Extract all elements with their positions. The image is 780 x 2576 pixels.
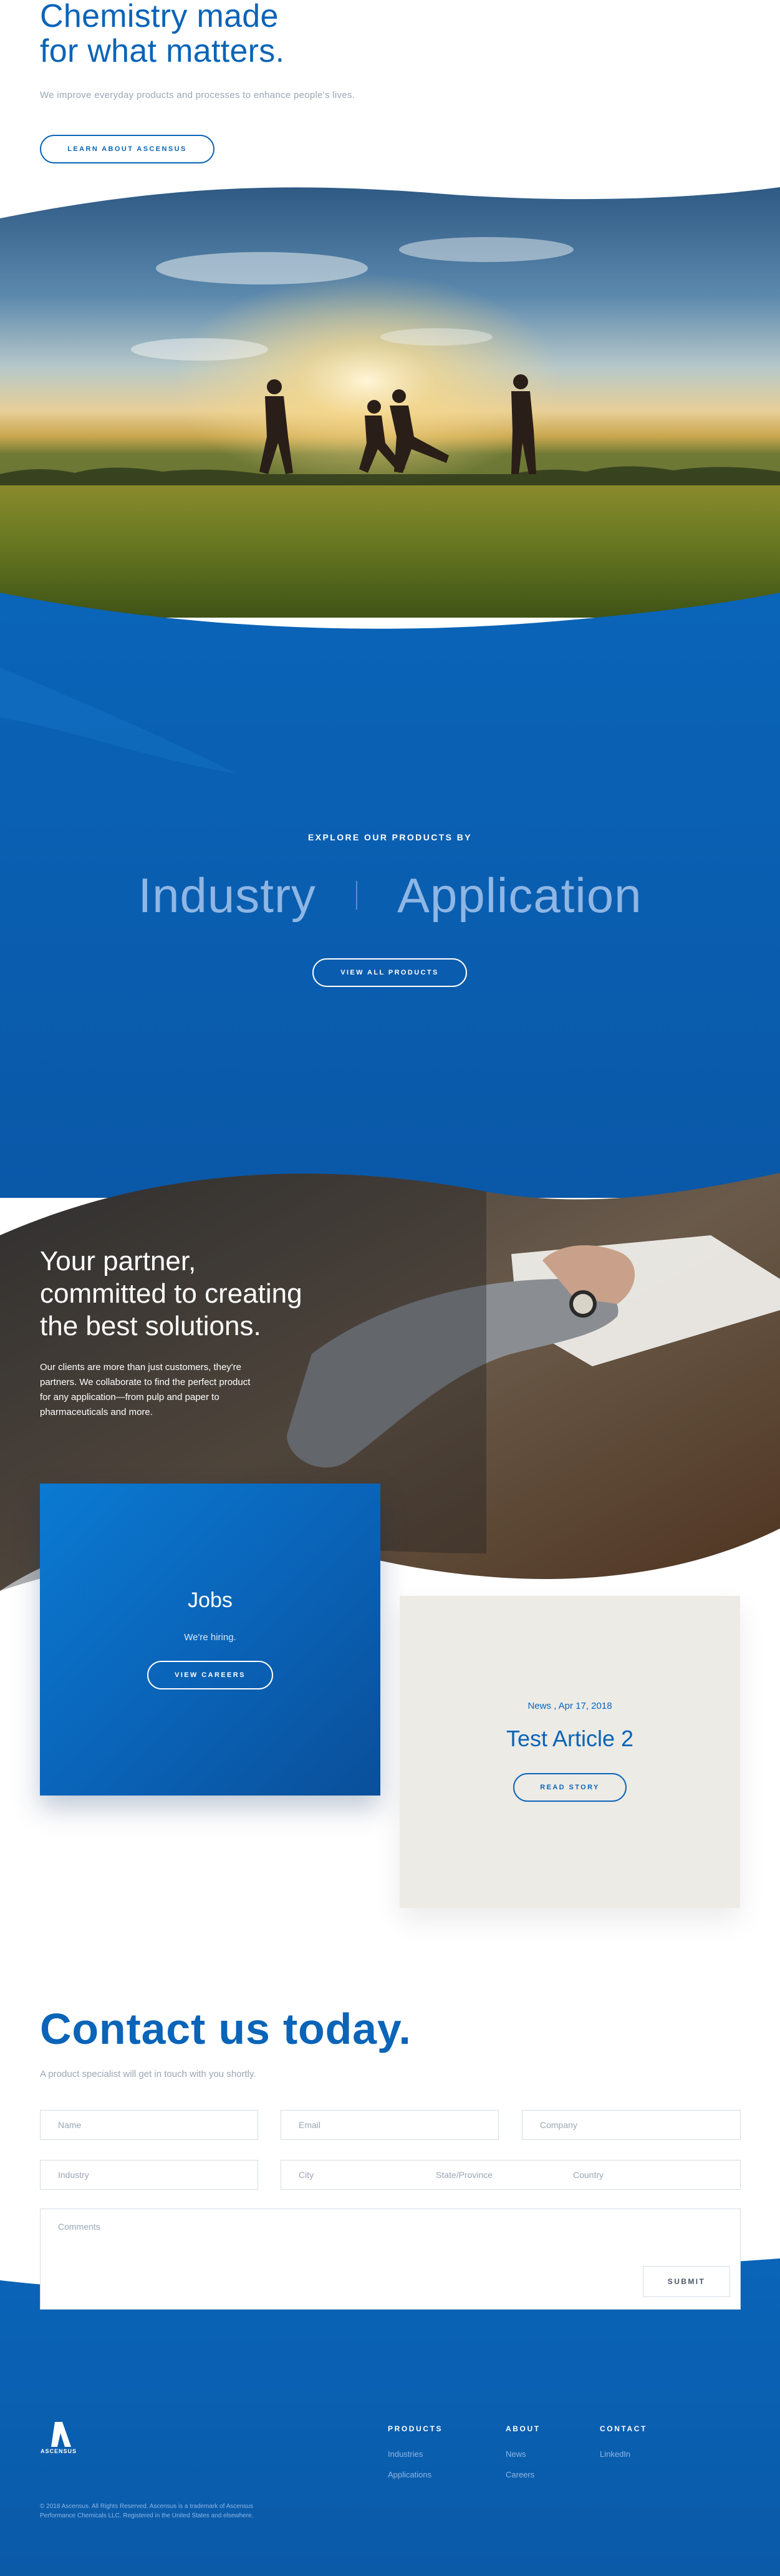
footer-contact-column: CONTACT LinkedIn — [600, 2424, 647, 2459]
footer-heading-about: ABOUT — [506, 2424, 541, 2433]
footer-copyright: © 2018 Ascensus. All Rights Reserved. As… — [40, 2503, 254, 2519]
contact-subtitle: A product specialist will get in touch w… — [40, 2069, 256, 2079]
partner-text: Our clients are more than just customers… — [40, 1362, 251, 1417]
jobs-card[interactable]: Jobs We're hiring. VIEW CAREERS — [40, 1484, 380, 1796]
name-field[interactable] — [40, 2110, 258, 2140]
footer-products-column: PRODUCTS Industries Applications — [388, 2424, 443, 2479]
email-field[interactable] — [281, 2110, 499, 2140]
jobs-title: Jobs — [188, 1588, 233, 1612]
footer-about-column: ABOUT News Careers — [506, 2424, 541, 2479]
hero-title: Chemistry made for what matters. — [40, 0, 285, 69]
partner-title: Your partner, committed to creating the … — [40, 1246, 302, 1341]
view-all-products-button[interactable]: VIEW ALL PRODUCTS — [312, 958, 467, 987]
location-fields[interactable]: City State/Province Country — [281, 2160, 741, 2190]
learn-about-button[interactable]: LEARN ABOUT ASCENSUS — [40, 135, 214, 163]
footer-heading-contact: CONTACT — [600, 2424, 647, 2433]
hero-subtitle: We improve everyday products and process… — [40, 90, 355, 100]
explore-application-link[interactable]: Application — [397, 867, 642, 924]
read-story-button[interactable]: READ STORY — [513, 1773, 627, 1802]
submit-button[interactable]: SUBMIT — [643, 2266, 730, 2297]
contact-title: Contact us today. — [40, 2005, 412, 2053]
company-field[interactable] — [522, 2110, 741, 2140]
news-card[interactable]: News , Apr 17, 2018 Test Article 2 READ … — [400, 1596, 740, 1908]
comments-field[interactable] — [40, 2209, 741, 2310]
footer-heading-products: PRODUCTS — [388, 2424, 443, 2433]
footer-link-news[interactable]: News — [506, 2449, 541, 2459]
state-field-label[interactable]: State/Province — [436, 2170, 573, 2180]
city-field-label[interactable]: City — [299, 2170, 436, 2180]
footer-link-industries[interactable]: Industries — [388, 2449, 443, 2459]
ascensus-logo[interactable]: ASCENSUS — [40, 2419, 77, 2457]
footer-link-linkedin[interactable]: LinkedIn — [600, 2449, 647, 2459]
hero-photo — [0, 187, 780, 618]
explore-options: Industry Application — [0, 861, 780, 930]
explore-divider — [355, 881, 357, 910]
footer-link-applications[interactable]: Applications — [388, 2470, 443, 2479]
jobs-subtitle: We're hiring. — [184, 1632, 236, 1643]
footer-link-careers[interactable]: Careers — [506, 2470, 541, 2479]
view-careers-button[interactable]: VIEW CAREERS — [147, 1661, 273, 1689]
explore-industry-link[interactable]: Industry — [138, 867, 315, 924]
country-field-label[interactable]: Country — [573, 2170, 604, 2180]
logo-text: ASCENSUS — [40, 2448, 77, 2454]
explore-label: EXPLORE OUR PRODUCTS BY — [308, 832, 472, 842]
industry-select[interactable]: Industry — [40, 2160, 258, 2190]
news-title: Test Article 2 — [506, 1726, 634, 1751]
news-meta: News , Apr 17, 2018 — [527, 1701, 612, 1711]
industry-select-label: Industry — [58, 2170, 89, 2180]
